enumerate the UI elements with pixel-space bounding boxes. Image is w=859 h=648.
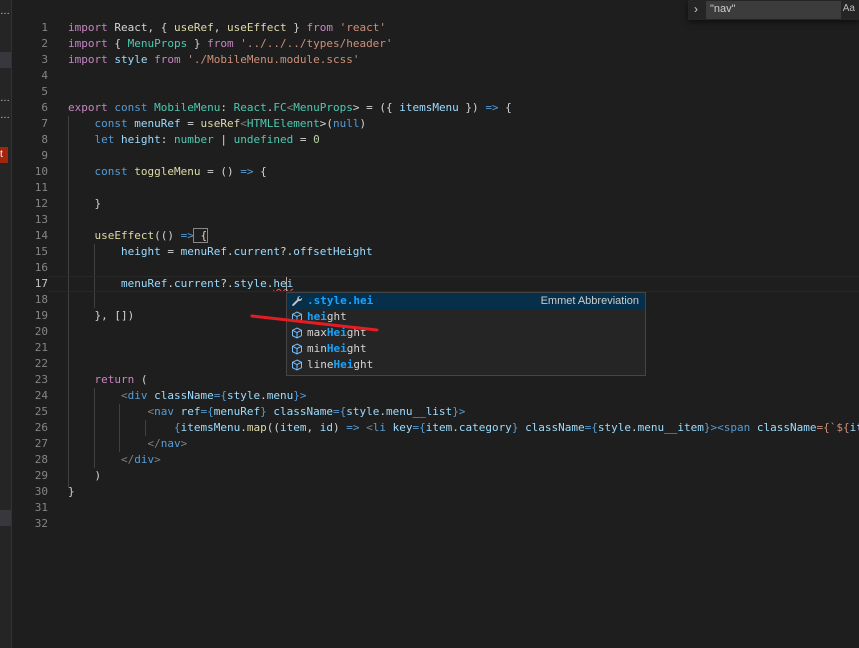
code-line-12: } bbox=[94, 197, 102, 210]
line-number: 4 bbox=[41, 69, 48, 82]
line-number: 5 bbox=[41, 85, 48, 98]
line-number: 23 bbox=[34, 373, 48, 386]
chevron-right-icon[interactable]: › bbox=[694, 2, 698, 16]
line-number: 8 bbox=[41, 133, 48, 146]
line-number: 24 bbox=[34, 389, 48, 402]
suggestion-suffix: ght bbox=[346, 342, 367, 355]
match-case-toggle[interactable]: Aa bbox=[843, 3, 855, 14]
line-number: 29 bbox=[34, 469, 48, 482]
suggestion-detail: Emmet Abbreviation bbox=[540, 295, 639, 307]
line-number: 20 bbox=[34, 325, 48, 338]
text-cursor bbox=[286, 277, 287, 291]
line-number: 9 bbox=[41, 149, 48, 162]
suggestion-item[interactable]: maxHeight bbox=[287, 325, 645, 341]
sidebar-badge: t bbox=[0, 147, 8, 163]
autocomplete-suggest-widget[interactable]: .style.hei Emmet Abbreviation height maxHei… bbox=[286, 292, 646, 376]
suggestion-suffix: ght bbox=[326, 310, 347, 323]
line-number: 12 bbox=[34, 197, 48, 210]
code-line-28: </div> bbox=[120, 453, 161, 466]
cube-icon bbox=[291, 359, 303, 371]
line-number: 25 bbox=[34, 405, 48, 418]
line-number: 15 bbox=[34, 245, 48, 258]
suggestion-match: Hei bbox=[333, 358, 354, 371]
code-line-1: import React, { useRef, useEffect } from… bbox=[68, 21, 386, 34]
cube-icon bbox=[291, 343, 303, 355]
line-number: 21 bbox=[34, 341, 48, 354]
line-number: 26 bbox=[34, 421, 48, 434]
line-number: 7 bbox=[41, 117, 48, 130]
sidebar-selected-item[interactable] bbox=[0, 52, 11, 68]
suggestion-match: .style.hei bbox=[307, 294, 374, 307]
line-number: 17 bbox=[34, 277, 48, 290]
line-number: 18 bbox=[34, 293, 48, 306]
suggestion-suffix: ght bbox=[353, 358, 374, 371]
code-line-15: height = menuRef.current?.offsetHeight bbox=[120, 245, 373, 258]
wrench-icon bbox=[291, 295, 303, 307]
line-number: 13 bbox=[34, 213, 48, 226]
suggestion-prefix: line bbox=[307, 358, 334, 371]
code-line-25: <nav ref={menuRef} className={style.menu… bbox=[147, 405, 466, 418]
code-line-27: </nav> bbox=[147, 437, 188, 450]
line-number: 1 bbox=[41, 21, 48, 34]
code-line-7: const menuRef = useRef<HTMLElement>(null… bbox=[94, 117, 367, 130]
code-line-30: } bbox=[68, 485, 75, 498]
explorer-sidebar: … … … t bbox=[0, 0, 11, 648]
line-number: 3 bbox=[41, 53, 48, 66]
code-line-14: useEffect(() => { bbox=[94, 228, 209, 243]
line-number: 10 bbox=[34, 165, 48, 178]
line-number: 2 bbox=[41, 37, 48, 50]
line-number: 14 bbox=[34, 229, 48, 242]
suggestion-item[interactable]: height bbox=[287, 309, 645, 325]
code-line-10: const toggleMenu = () => { bbox=[94, 165, 267, 178]
code-line-3: import style from './MobileMenu.module.s… bbox=[68, 53, 360, 66]
suggestion-match: Hei bbox=[326, 326, 347, 339]
sidebar-fragment: … bbox=[0, 110, 10, 121]
suggestion-suffix: ght bbox=[346, 326, 367, 339]
line-number: 32 bbox=[34, 517, 48, 530]
line-number: 11 bbox=[34, 181, 48, 194]
find-query: "nav" bbox=[710, 3, 736, 15]
line-number: 27 bbox=[34, 437, 48, 450]
code-line-6: export const MobileMenu: React.FC<MenuPr… bbox=[68, 101, 512, 114]
code-line-24: <div className={style.menu}> bbox=[120, 389, 307, 402]
line-number: 31 bbox=[34, 501, 48, 514]
sidebar-fragment: … bbox=[0, 6, 10, 17]
line-number: 19 bbox=[34, 309, 48, 322]
code-line-17: menuRef.current?.style.hei bbox=[48, 276, 859, 292]
line-number: 22 bbox=[34, 357, 48, 370]
code-line-26: {itemsMenu.map((item, id) => <li key={it… bbox=[173, 421, 859, 434]
suggestion-item[interactable]: minHeight bbox=[287, 341, 645, 357]
line-number: 28 bbox=[34, 453, 48, 466]
find-input[interactable]: "nav" bbox=[706, 1, 841, 19]
line-number-gutter: 1 2 3 4 5 6 7 8 9 10 11 12 13 14 15 16 17 18 19 20 21 22 23 24 2… bbox=[12, 20, 48, 532]
code-editor[interactable]: import React, { useRef, useEffect } from… bbox=[48, 20, 859, 532]
sidebar-fragment: … bbox=[0, 93, 10, 104]
line-number: 30 bbox=[34, 485, 48, 498]
sidebar-item[interactable] bbox=[0, 510, 11, 526]
suggestion-match: Hei bbox=[326, 342, 347, 355]
find-widget[interactable]: › "nav" Aa bbox=[688, 0, 859, 20]
code-line-29: ) bbox=[94, 469, 102, 482]
suggestion-match: hei bbox=[307, 310, 327, 323]
cube-icon bbox=[291, 311, 303, 323]
suggestion-prefix: min bbox=[307, 342, 327, 355]
suggestion-item[interactable]: lineHeight bbox=[287, 357, 645, 373]
suggestion-prefix: max bbox=[307, 326, 327, 339]
suggestion-item[interactable]: .style.hei Emmet Abbreviation bbox=[287, 293, 645, 309]
code-line-2: import { MenuProps } from '../../../type… bbox=[68, 37, 393, 50]
code-line-8: let height: number | undefined = 0 bbox=[94, 133, 320, 146]
line-number: 6 bbox=[41, 101, 48, 114]
line-number: 16 bbox=[34, 261, 48, 274]
cube-icon bbox=[291, 327, 303, 339]
